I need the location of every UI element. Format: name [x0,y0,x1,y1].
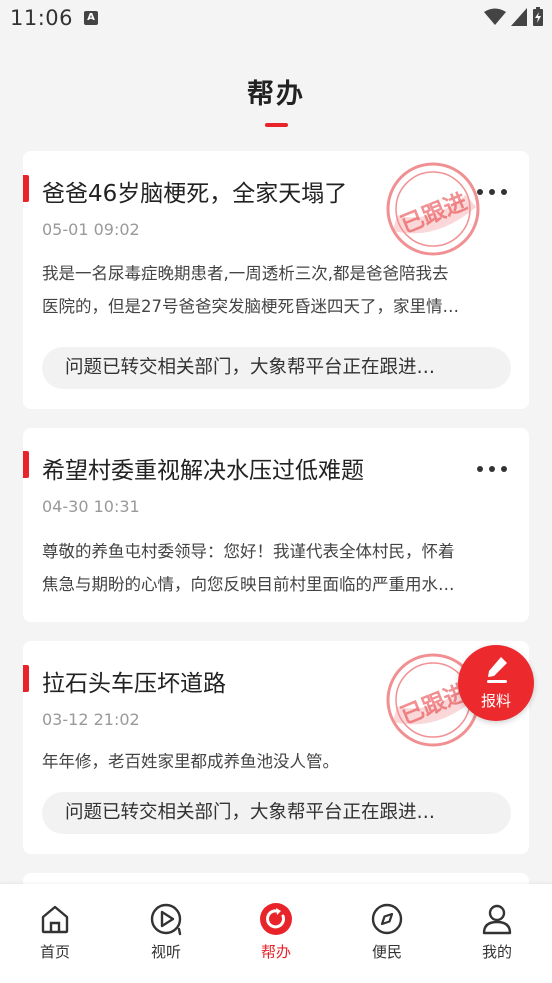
signal-icon [511,8,527,26]
post-date: 05-01 09:02 [42,220,140,239]
report-fab-button[interactable]: 报料 [458,645,534,721]
status-banner[interactable]: 问题已转交相关部门，大象帮平台正在跟进… [42,347,511,389]
tab-convenience[interactable]: 便民 [347,902,427,962]
status-banner[interactable]: 问题已转交相关部门，大象帮平台正在跟进… [42,792,511,834]
play-icon [150,903,182,936]
more-options-icon[interactable] [477,462,507,476]
card-accent-bar [23,665,29,692]
post-card[interactable]: 希望村委重视解决水压过低难题 04-30 10:31 尊敬的养鱼屯村委领导：您好… [23,428,529,622]
tab-label: 帮办 [260,943,291,961]
card-accent-bar [23,451,29,478]
tab-label: 首页 [39,943,70,961]
pen-icon [487,657,507,683]
post-title[interactable]: 爸爸46岁脑梗死，全家天塌了 [42,174,347,208]
post-date: 03-12 21:02 [42,710,140,729]
status-icons [484,7,544,27]
more-options-icon[interactable] [477,185,507,199]
tab-audio-video[interactable]: 视听 [126,902,206,962]
excerpt-line: 焦急与期盼的心情，向您反映目前村里面临的严重用水… [42,575,455,594]
battery-icon [533,7,543,26]
title-underline [265,123,288,127]
post-title[interactable]: 希望村委重视解决水压过低难题 [42,451,364,485]
home-icon [41,905,69,934]
tab-home[interactable]: 首页 [15,902,95,962]
post-card[interactable]: 爸爸46岁脑梗死，全家天塌了 已跟进 05-01 09:02 我是一名尿毒症晚期… [23,151,529,409]
compass-icon [371,903,403,935]
tab-label: 我的 [481,943,512,961]
status-bar: 11:06 A [0,0,552,38]
post-excerpt[interactable]: 我是一名尿毒症晚期患者,一周透析三次,都是爸爸陪我去 医院的，但是27号爸爸突发… [42,257,510,323]
post-title[interactable]: 拉石头车压坏道路 [42,664,226,698]
notification-badge-icon: A [84,11,98,25]
card-accent-bar [23,175,29,202]
status-time: 11:06 [10,6,74,30]
followed-up-stamp-icon: 已跟进 [386,162,480,256]
help-icon [260,903,292,935]
tab-label: 便民 [371,943,402,961]
tab-mine[interactable]: 我的 [457,902,537,962]
post-date: 04-30 10:31 [42,497,140,516]
bottom-tab-bar: 首页 视听 帮办 便民 我的 [0,884,552,983]
post-excerpt[interactable]: 年年修，老百姓家里都成养鱼池没人管。 [42,745,510,778]
excerpt-line: 年年修，老百姓家里都成养鱼池没人管。 [42,752,339,771]
fab-label: 报料 [480,692,511,710]
post-card[interactable]: 拉石头车压坏道路 已跟进 03-12 21:02 年年修，老百姓家里都成养鱼池没… [23,641,529,854]
excerpt-line: 医院的，但是27号爸爸突发脑梗死昏迷四天了，家里情… [42,297,459,316]
excerpt-line: 我是一名尿毒症晚期患者,一周透析三次,都是爸爸陪我去 [42,264,449,283]
excerpt-line: 尊敬的养鱼屯村委领导：您好！我谨代表全体村民，怀着 [42,542,455,561]
user-icon [482,904,512,935]
tab-help[interactable]: 帮办 [236,902,316,962]
stamp-text: 已跟进 [397,189,471,239]
tab-label: 视听 [150,943,181,961]
page-title: 帮办 [247,79,305,110]
page-header: 帮办 [0,72,552,111]
wifi-icon [484,8,506,25]
post-excerpt[interactable]: 尊敬的养鱼屯村委领导：您好！我谨代表全体村民，怀着 焦急与期盼的心情，向您反映目… [42,535,510,601]
